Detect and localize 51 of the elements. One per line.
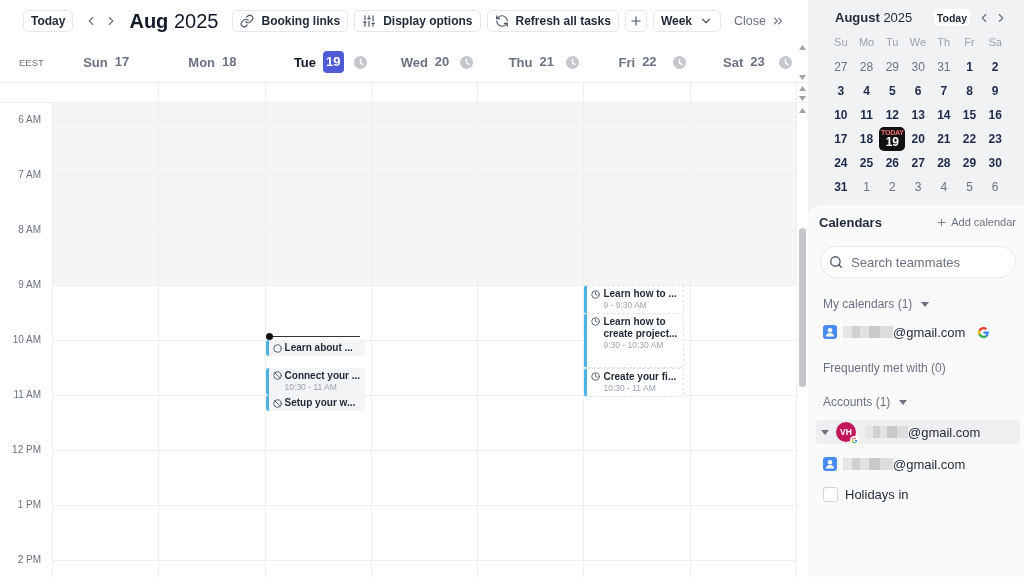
event-title: Learn how to create project...: [603, 315, 679, 340]
hour-label: 11 AM: [13, 389, 41, 401]
date-label: 20: [434, 54, 450, 70]
section-label: Frequently met with (0): [823, 361, 946, 375]
event-time: 9 - 9:30 AM: [602, 300, 648, 311]
timezone-label: EEST: [19, 56, 44, 68]
weekday-label: We: [909, 36, 927, 48]
weekday-label: Fri: [618, 54, 636, 70]
date-label: 17: [114, 54, 130, 70]
weekday-label: Thu: [508, 54, 533, 70]
weekday-label: Sun: [83, 54, 108, 70]
event-title: Learn how to ...: [603, 288, 677, 300]
hour-label: 12 PM: [12, 444, 41, 456]
hour-label: 9 AM: [18, 279, 41, 291]
date-label: 23: [750, 54, 765, 70]
event-title: Learn about ...: [284, 342, 353, 354]
weekday-label: Sat: [723, 54, 744, 70]
hour-label: 1 PM: [17, 499, 41, 511]
calendar-email: @gmail.com: [893, 324, 966, 340]
date-label: 18: [222, 54, 237, 70]
calendar-email: @gmail.com: [893, 456, 966, 472]
avatar: VH: [836, 422, 856, 442]
event-title: Create your fi...: [603, 370, 677, 383]
date-label: 21: [539, 54, 554, 70]
weekday-label: Tu: [886, 36, 899, 48]
weekday-label: Tue: [293, 54, 317, 70]
hour-label: 7 AM: [18, 169, 41, 181]
weekday-label: Mon: [188, 54, 216, 70]
hour-label: 10 AM: [12, 334, 41, 346]
weekday-label: Th: [937, 36, 951, 48]
weekday-label: Su: [834, 36, 848, 48]
month-title: August 2025: [835, 10, 914, 25]
hour-label: 2 PM: [17, 554, 41, 566]
date-number: 19: [885, 136, 899, 149]
weekday-label: Wed: [400, 54, 428, 70]
account-email: @gmail.com: [908, 424, 981, 440]
weekday-label: Sa: [988, 36, 1002, 48]
event-title: Setup your w...: [284, 397, 356, 409]
month-title: Aug 2025: [129, 9, 219, 33]
event-title: Connect your ...: [284, 369, 361, 382]
weekday-label: Fr: [964, 36, 975, 48]
weekday-label: Mo: [858, 36, 875, 48]
calendar-label: Holidays in: [845, 486, 909, 502]
date-label: 22: [642, 54, 657, 70]
hour-label: 8 AM: [18, 224, 41, 236]
event-time: 10:30 - 11 AM: [602, 382, 657, 394]
event-time: 9:30 - 10:30 AM: [602, 339, 665, 351]
event-time: 10:30 - 11 AM: [283, 381, 338, 393]
hour-label: 6 AM: [18, 114, 41, 126]
panel-title: Calendars: [819, 214, 882, 230]
date-badge: 19: [323, 51, 344, 73]
